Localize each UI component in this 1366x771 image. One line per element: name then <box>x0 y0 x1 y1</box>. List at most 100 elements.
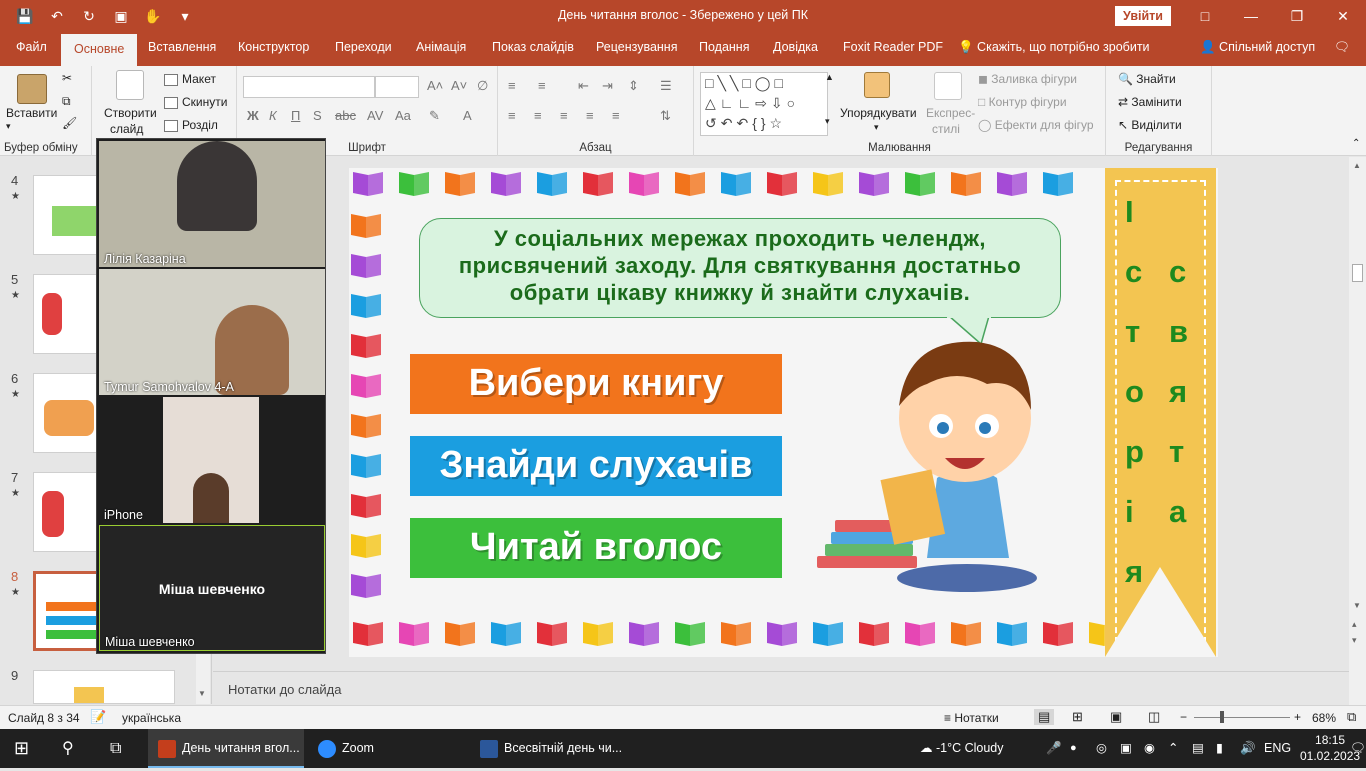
align-center-icon[interactable]: ≡ <box>534 108 542 123</box>
italic-button[interactable]: К <box>269 108 277 123</box>
line-spacing-icon[interactable]: ⇕ <box>628 78 639 94</box>
notes-pane[interactable]: Нотатки до слайда <box>213 671 1349 705</box>
copy-icon[interactable]: ⧉ <box>62 94 71 109</box>
tab-home[interactable]: Основне <box>61 34 138 66</box>
strikethrough-icon[interactable]: abc <box>335 108 356 123</box>
volume-icon[interactable]: 🔊 <box>1240 729 1256 768</box>
section-button[interactable]: Розділ <box>164 118 218 132</box>
paste-dropdown-icon[interactable]: ▾ <box>6 121 11 132</box>
zoom-slider[interactable] <box>1194 717 1290 718</box>
slideshow-icon[interactable]: ◫ <box>1148 709 1160 725</box>
distribute-icon[interactable]: ≡ <box>612 108 620 123</box>
input-language[interactable]: ENG <box>1264 729 1291 768</box>
video-tile-active[interactable]: Міша шевченко Міша шевченко <box>99 525 325 651</box>
notes-toggle[interactable]: ≡ Нотатки <box>944 711 999 725</box>
tab-file[interactable]: Файл <box>16 40 47 54</box>
cut-icon[interactable]: ✂ <box>62 71 72 85</box>
justify-icon[interactable]: ≡ <box>586 108 594 123</box>
new-slide-label-2[interactable]: слайд <box>110 122 143 136</box>
find-button[interactable]: 🔍 Знайти <box>1118 72 1176 86</box>
sign-in-button[interactable]: Увійти <box>1115 6 1171 26</box>
tab-view[interactable]: Подання <box>699 40 749 54</box>
decrease-font-icon[interactable]: A˅ <box>451 78 467 93</box>
replace-button[interactable]: ⇄ Замінити <box>1118 95 1182 109</box>
tab-transitions[interactable]: Переходи <box>335 40 392 54</box>
numbering-icon[interactable]: ≡ <box>538 78 546 93</box>
tab-slideshow[interactable]: Показ слайдів <box>492 40 574 54</box>
taskbar-app-powerpoint[interactable]: День читання вгол... <box>148 729 304 768</box>
zoom-tray-icon[interactable]: ● <box>1070 729 1077 768</box>
tab-design[interactable]: Конструктор <box>238 40 309 54</box>
tell-me-box[interactable]: 💡 Скажіть, що потрібно зробити <box>958 40 1150 55</box>
tab-foxit[interactable]: Foxit Reader PDF <box>843 40 943 54</box>
fit-slide-icon[interactable]: ⧉ <box>1347 709 1356 725</box>
microphone-icon[interactable]: 🎤 <box>1046 729 1062 768</box>
arrange-dropdown-icon[interactable]: ▾ <box>874 122 879 133</box>
underline-button[interactable]: П <box>291 108 300 123</box>
video-tile[interactable]: iPhone <box>99 397 325 523</box>
shape-outline-button[interactable]: □ Контур фігури <box>978 95 1067 109</box>
shapes-scroll-up-icon[interactable]: ▲ <box>825 72 834 82</box>
tab-review[interactable]: Рецензування <box>596 40 677 54</box>
task-view-icon[interactable]: ⧉ <box>110 729 121 768</box>
next-slide-icon[interactable]: ▾ <box>1352 635 1357 646</box>
paste-icon[interactable] <box>17 74 47 104</box>
close-icon[interactable]: ✕ <box>1320 0 1366 32</box>
chevron-up-icon[interactable]: ⌃ <box>1168 729 1178 768</box>
video-tile[interactable]: Tymur Samohvalov 4-A <box>99 269 325 395</box>
quick-styles-icon[interactable] <box>934 72 962 100</box>
comments-icon[interactable]: 🗨 <box>1334 40 1350 55</box>
shapes-more-icon[interactable]: ▾ <box>825 116 830 127</box>
reset-button[interactable]: Скинути <box>164 95 227 109</box>
paste-button[interactable]: Вставити <box>6 106 57 120</box>
share-button[interactable]: 👤 Спільний доступ <box>1200 40 1315 55</box>
network-icon[interactable]: ▤ <box>1192 729 1204 768</box>
arrange-button[interactable]: Упорядкувати <box>840 106 917 120</box>
start-icon[interactable]: ⊞ <box>14 729 29 768</box>
tab-insert[interactable]: Вставлення <box>148 40 216 54</box>
zoom-slider-thumb[interactable] <box>1220 711 1224 723</box>
bold-button[interactable]: Ж <box>247 108 259 123</box>
zoom-out-icon[interactable]: − <box>1180 710 1187 724</box>
align-right-icon[interactable]: ≡ <box>560 108 568 123</box>
normal-view-icon[interactable]: ▤ <box>1034 709 1055 725</box>
format-painter-icon[interactable]: 🖌 <box>62 116 77 130</box>
arrange-icon[interactable] <box>864 72 890 98</box>
text-direction-icon[interactable]: ⇅ <box>660 108 671 124</box>
maximize-icon[interactable]: ❐ <box>1274 0 1320 32</box>
collapse-ribbon-icon[interactable]: ⌃ <box>1352 138 1360 149</box>
increase-indent-icon[interactable]: ⇥ <box>602 78 613 94</box>
quick-styles-label[interactable]: Експрес- <box>926 106 975 120</box>
columns-icon[interactable]: ☰ <box>660 78 672 94</box>
battery-icon[interactable]: ▮ <box>1216 729 1223 768</box>
new-slide-label[interactable]: Створити <box>104 106 157 120</box>
shape-fill-button[interactable]: ◼ Заливка фігури <box>978 72 1077 86</box>
layout-button[interactable]: Макет <box>164 72 216 86</box>
taskbar-app-word[interactable]: Всесвітній день чи... <box>472 729 628 768</box>
notes-placeholder[interactable]: Нотатки до слайда <box>228 682 341 697</box>
highlight-icon[interactable]: ✎ <box>429 108 440 124</box>
language-status[interactable]: українська <box>122 711 181 725</box>
taskbar-app-zoom[interactable]: Zoom <box>310 729 466 768</box>
weather-widget[interactable]: ☁ -1°C Cloudy <box>920 729 1004 768</box>
tray-icon[interactable]: ▣ <box>1120 729 1132 768</box>
slide-thumbnail[interactable] <box>33 670 175 704</box>
new-slide-icon[interactable] <box>116 70 144 100</box>
font-name-input[interactable] <box>243 76 375 98</box>
slide-sorter-icon[interactable]: ⊞ <box>1072 709 1083 725</box>
previous-slide-icon[interactable]: ▴ <box>1352 619 1357 630</box>
align-left-icon[interactable]: ≡ <box>508 108 516 123</box>
font-color-icon[interactable]: A <box>463 108 472 123</box>
notifications-icon[interactable]: 🗨 <box>1350 729 1366 768</box>
shapes-gallery[interactable]: □╲╲□◯□ △∟∟⇨⇩○ ↺↶↶{}☆ <box>700 72 828 136</box>
shadow-button[interactable]: S <box>313 108 322 123</box>
video-tile[interactable]: Лілія Казаріна <box>99 141 325 267</box>
slide-canvas[interactable]: У соціальних мережах проходить челендж, … <box>349 168 1218 657</box>
tray-icon[interactable]: ◎ <box>1096 729 1107 768</box>
change-case-icon[interactable]: Aa <box>395 108 411 123</box>
zoom-video-panel[interactable]: Лілія Казаріна Tymur Samohvalov 4-A iPho… <box>96 138 326 654</box>
search-icon[interactable]: ⚲ <box>62 729 74 768</box>
decrease-indent-icon[interactable]: ⇤ <box>578 78 589 94</box>
shape-effects-button[interactable]: ◯ Ефекти для фігур <box>978 118 1094 132</box>
clear-format-icon[interactable]: ∅ <box>477 78 488 94</box>
